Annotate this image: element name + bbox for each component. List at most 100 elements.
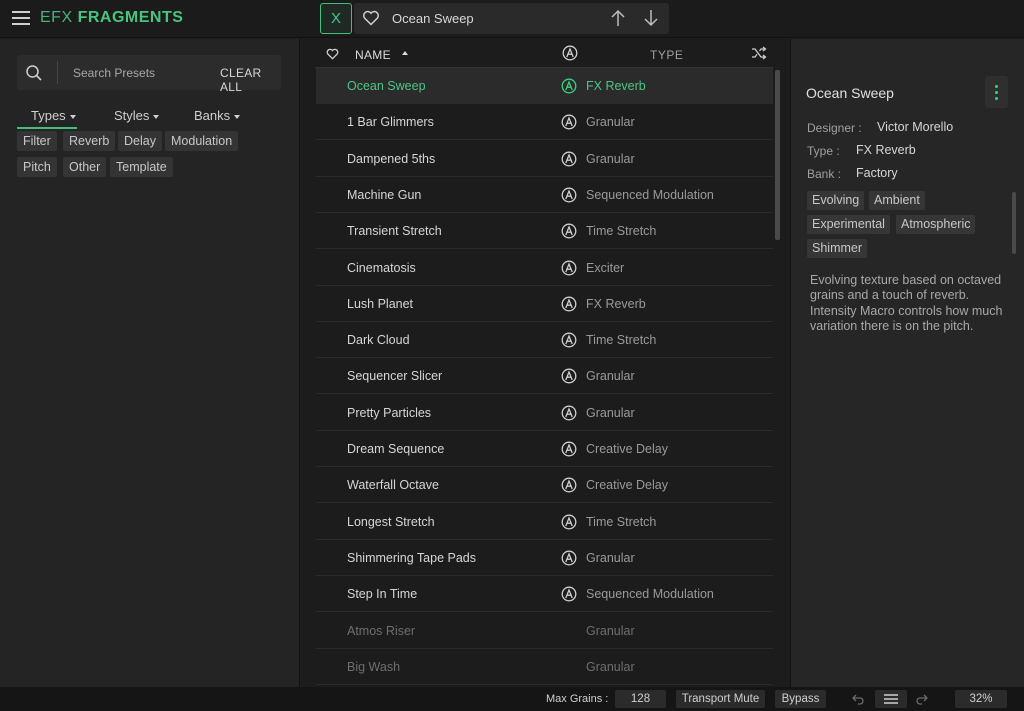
arturia-icon — [561, 514, 577, 530]
list-item[interactable]: Lush Planet FX Reverb — [316, 286, 773, 322]
preset-type: Creative Delay — [586, 442, 668, 456]
brand-name: FRAGMENTS — [77, 9, 184, 26]
preset-type: Exciter — [586, 260, 625, 275]
search-input[interactable]: Search Presets — [73, 66, 155, 80]
chip-filter[interactable]: Filter — [17, 131, 57, 151]
kebab-icon[interactable] — [985, 76, 1008, 108]
bypass-button[interactable]: Bypass — [775, 690, 826, 708]
column-header-type[interactable]: TYPE — [650, 48, 683, 62]
favorites-heart-icon[interactable] — [326, 48, 339, 60]
arturia-icon[interactable] — [562, 45, 578, 61]
details-scrollbar[interactable] — [1012, 192, 1016, 254]
list-item[interactable]: Transient Stretch Time Stretch — [316, 213, 773, 250]
list-item[interactable]: Big Wash Granular — [316, 649, 773, 685]
bank-label: Bank : — [807, 167, 842, 181]
arturia-icon — [561, 477, 577, 493]
chevron-down-icon — [69, 114, 76, 119]
list-item[interactable]: Atmos Riser Granular — [316, 613, 773, 649]
list-item[interactable]: Dampened 5ths Granular — [316, 141, 773, 177]
preset-type: Granular — [586, 550, 635, 565]
tag-ambient[interactable]: Ambient — [869, 191, 925, 210]
history-list-button[interactable] — [875, 690, 907, 708]
preset-name: Machine Gun — [347, 187, 422, 202]
list-header: NAME TYPE — [301, 39, 789, 68]
preset-name: Transient Stretch — [347, 224, 442, 239]
tab-styles[interactable]: Styles — [114, 108, 160, 123]
list-item[interactable]: Dark Cloud Time Stretch — [316, 322, 773, 359]
preset-name: Shimmering Tape Pads — [347, 550, 477, 565]
arturia-icon — [561, 78, 577, 94]
arturia-icon — [561, 550, 577, 566]
preset-name: Ocean Sweep — [347, 79, 426, 93]
transport-mute-button[interactable]: Transport Mute — [676, 690, 765, 708]
tag-shimmer[interactable]: Shimmer — [807, 239, 868, 258]
list-item[interactable]: Ocean Sweep FX Reverb — [316, 68, 773, 104]
chip-template[interactable]: Template — [110, 157, 173, 177]
search-divider — [57, 61, 58, 84]
undo-icon[interactable] — [851, 691, 865, 707]
arturia-icon — [561, 151, 577, 167]
chip-delay[interactable]: Delay — [118, 131, 162, 151]
column-header-name[interactable]: NAME — [355, 48, 391, 62]
preset-type: Granular — [586, 369, 635, 384]
list-item[interactable]: Cinematosis Exciter — [316, 250, 773, 286]
chip-pitch[interactable]: Pitch — [17, 157, 57, 177]
chip-other[interactable]: Other — [63, 157, 107, 177]
heart-icon[interactable] — [362, 10, 380, 26]
preset-type: Time Stretch — [586, 514, 657, 529]
tab-types[interactable]: Types — [31, 108, 76, 123]
shuffle-icon[interactable] — [751, 46, 767, 60]
preset-selector[interactable]: Ocean Sweep — [354, 3, 669, 34]
chip-modulation[interactable]: Modulation — [165, 131, 239, 151]
tag-experimental[interactable]: Experimental — [807, 215, 890, 234]
search-icon[interactable] — [25, 64, 43, 82]
preset-type: Sequenced Modulation — [586, 187, 714, 202]
list-item[interactable]: Sequencer Slicer Granular — [316, 358, 773, 395]
chevron-down-icon — [234, 114, 241, 119]
tab-banks[interactable]: Banks — [194, 108, 241, 123]
type-value: FX Reverb — [856, 143, 916, 157]
tag-atmospheric[interactable]: Atmospheric — [896, 215, 976, 234]
list-item[interactable]: Dream Sequence Creative Delay — [316, 431, 773, 467]
tab-styles-label: Styles — [114, 108, 150, 123]
tag-evolving[interactable]: Evolving — [807, 191, 865, 210]
list-item[interactable]: Machine Gun Sequenced Modulation — [316, 177, 773, 213]
preset-name: Longest Stretch — [347, 514, 435, 529]
arturia-icon — [561, 223, 577, 239]
list-item[interactable]: Step In Time Sequenced Modulation — [316, 576, 773, 613]
list-item[interactable]: 1 Bar Glimmers Granular — [316, 104, 773, 141]
preset-type: FX Reverb — [586, 296, 646, 311]
menu-icon[interactable] — [12, 10, 30, 26]
preset-type: Granular — [586, 151, 635, 166]
previous-preset-arrow-up-icon[interactable] — [610, 9, 626, 27]
arturia-icon — [561, 296, 577, 312]
list-item[interactable]: Shimmering Tape Pads Granular — [316, 540, 773, 576]
arturia-icon — [561, 586, 577, 602]
next-preset-arrow-down-icon[interactable] — [643, 9, 659, 27]
max-grains-field[interactable]: 128 — [615, 690, 666, 708]
sort-ascending-icon[interactable] — [402, 51, 408, 55]
bank-value: Factory — [856, 166, 898, 180]
list-item[interactable]: Pretty Particles Granular — [316, 395, 773, 431]
arturia-icon — [561, 405, 577, 421]
list-item[interactable]: Waterfall Octave Creative Delay — [316, 467, 773, 504]
list-item[interactable]: Longest Stretch Time Stretch — [316, 504, 773, 540]
list-scrollbar[interactable] — [775, 70, 780, 240]
clear-all-button[interactable]: CLEAR ALL — [220, 66, 281, 94]
close-browser-button[interactable]: X — [320, 3, 352, 34]
search-bar: Search Presets CLEAR ALL — [17, 55, 281, 94]
max-grains-label: Max Grains : — [546, 693, 609, 705]
preset-type: Sequenced Modulation — [586, 587, 714, 602]
brand-prefix: EFX — [40, 9, 73, 26]
chip-reverb[interactable]: Reverb — [63, 131, 116, 151]
redo-icon[interactable] — [915, 691, 929, 707]
preset-type: Granular — [586, 659, 635, 674]
designer-value: Victor Morello — [877, 120, 954, 134]
arturia-icon — [561, 114, 577, 130]
zoom-level[interactable]: 32% — [955, 690, 1007, 708]
preset-type: Granular — [586, 623, 635, 638]
preset-type: Time Stretch — [586, 224, 657, 239]
tab-types-label: Types — [31, 108, 66, 123]
details-title: Ocean Sweep — [806, 85, 894, 101]
arturia-icon — [561, 368, 577, 384]
